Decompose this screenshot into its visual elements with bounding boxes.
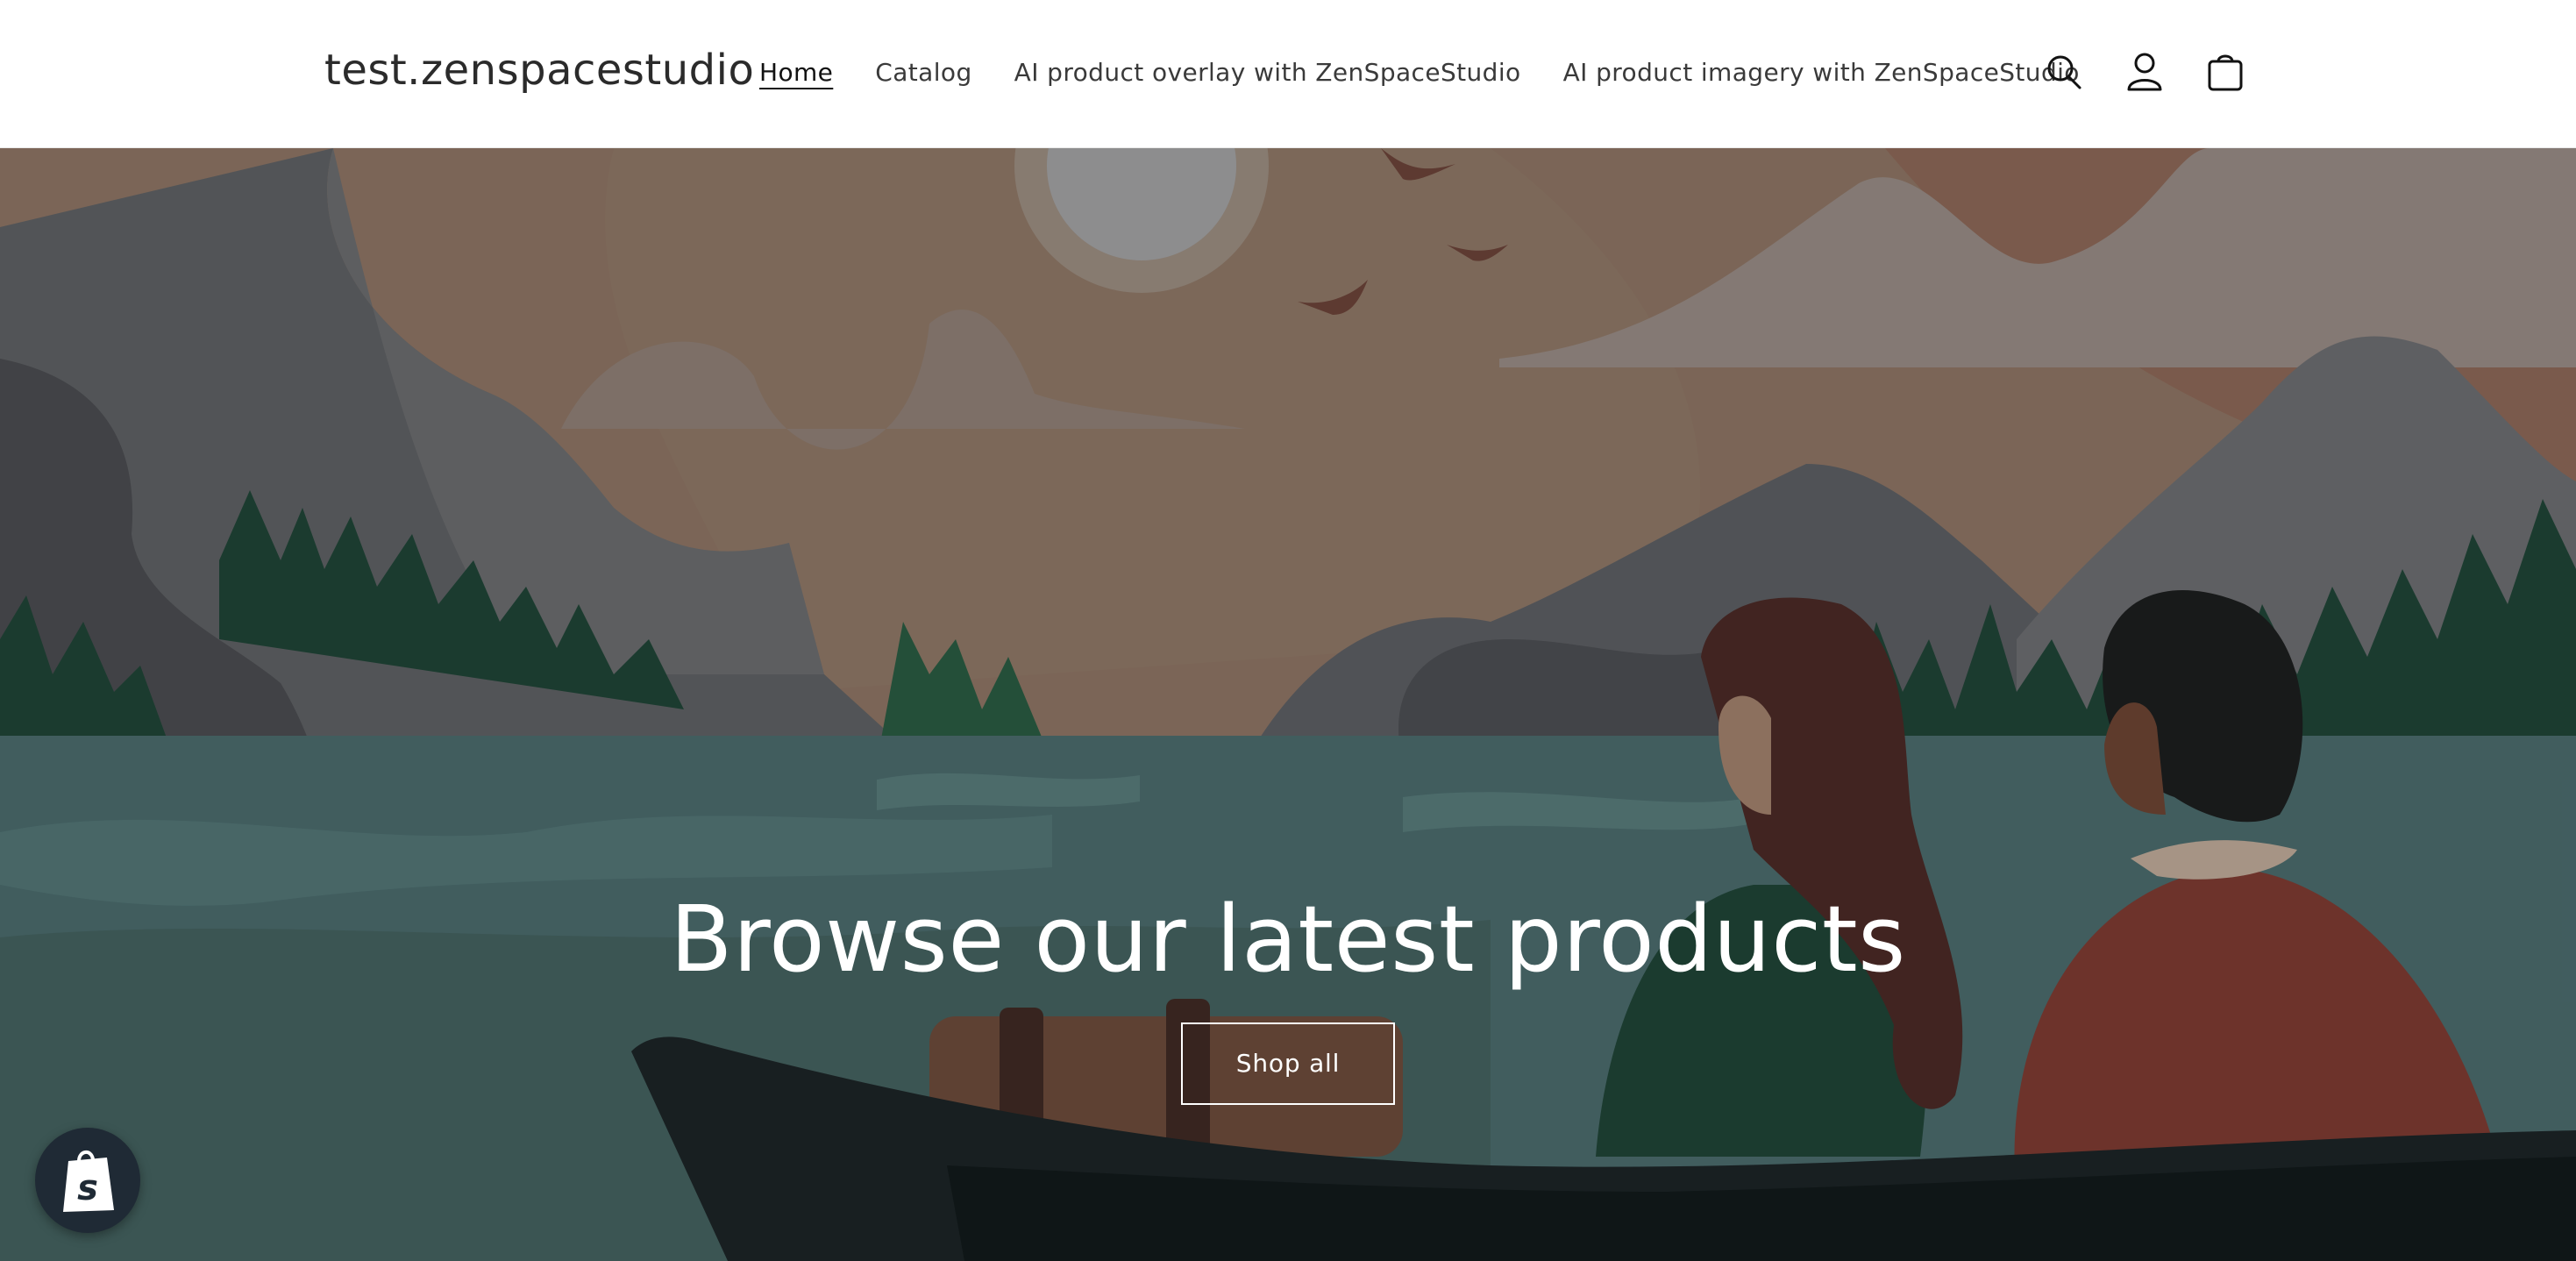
- nav-ai-imagery[interactable]: AI product imagery with ZenSpaceStudio: [1563, 58, 2080, 87]
- hero-title: Browse our latest products: [670, 886, 1906, 993]
- main-nav: Home Catalog AI product overlay with Zen…: [759, 58, 2122, 87]
- nav-catalog[interactable]: Catalog: [875, 58, 971, 87]
- header-icons: [2041, 46, 2248, 98]
- shop-all-button[interactable]: Shop all: [1181, 1022, 1395, 1105]
- site-header: test.zenspacestudio Home Catalog AI prod…: [0, 0, 2576, 148]
- hero-banner: Browse our latest products Shop all: [0, 148, 2576, 1261]
- shopify-bag-icon[interactable]: s: [35, 1128, 140, 1233]
- search-icon[interactable]: [2041, 46, 2087, 98]
- nav-home[interactable]: Home: [759, 58, 833, 87]
- svg-text:s: s: [77, 1168, 98, 1208]
- hero-content: Browse our latest products Shop all: [0, 885, 2576, 1105]
- nav-ai-overlay[interactable]: AI product overlay with ZenSpaceStudio: [1014, 58, 1521, 87]
- store-logo[interactable]: test.zenspacestudio: [324, 46, 754, 95]
- account-icon[interactable]: [2122, 46, 2167, 98]
- cart-icon[interactable]: [2202, 46, 2248, 98]
